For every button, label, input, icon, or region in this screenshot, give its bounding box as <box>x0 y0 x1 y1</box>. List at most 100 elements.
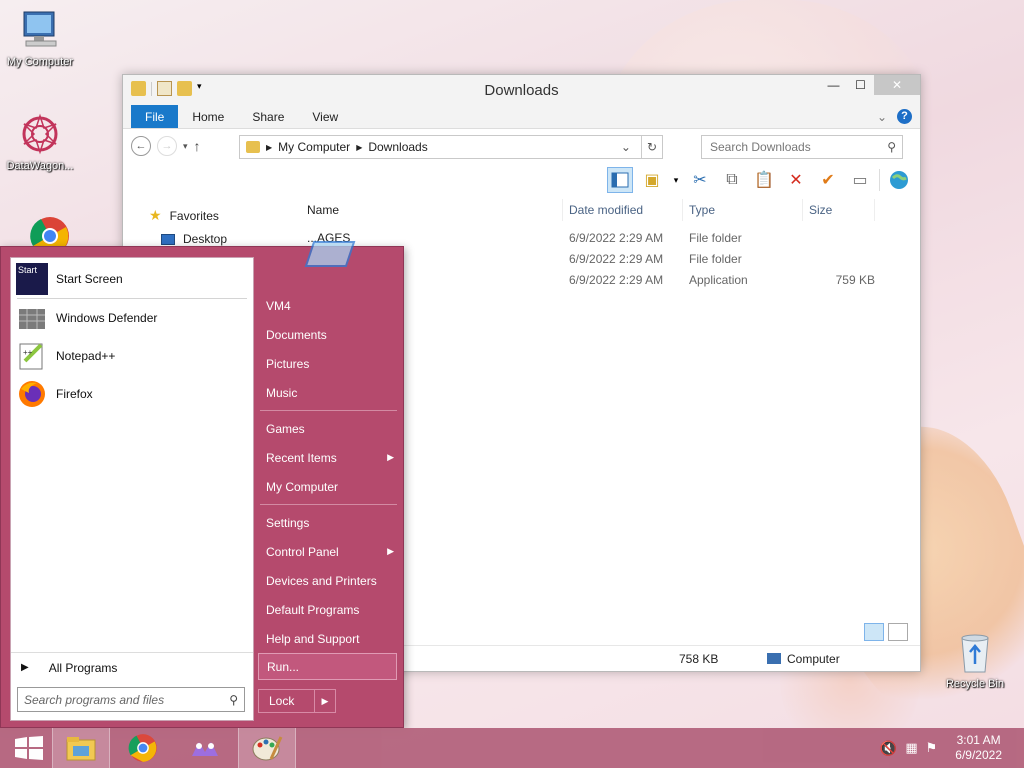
file-size: 759 KB <box>835 272 875 287</box>
triangle-right-icon: ▶ <box>387 546 394 556</box>
tab-file[interactable]: File <box>131 105 179 128</box>
desktop-icon-my-computer[interactable]: My Computer <box>0 8 80 68</box>
tab-home[interactable]: Home <box>178 105 238 128</box>
network-icon[interactable]: ▦ <box>905 740 917 756</box>
cut-icon[interactable]: ✂ <box>687 167 713 193</box>
start-search-placeholder: Search programs and files <box>24 692 165 707</box>
help-icon[interactable]: ? <box>897 109 912 124</box>
column-size[interactable]: Size <box>803 199 875 221</box>
delete-icon[interactable]: ✕ <box>783 167 809 193</box>
lock-button-label[interactable]: Lock <box>259 690 315 712</box>
status-size: 758 KB <box>679 651 719 666</box>
place-recent-items[interactable]: Recent Items ▶ <box>258 443 402 472</box>
desktop-icon-recycle-bin[interactable]: Recycle Bin <box>935 630 1015 690</box>
run-button[interactable]: Run... <box>258 653 397 680</box>
place-control-panel[interactable]: Control Panel ▶ <box>258 537 402 566</box>
place-music[interactable]: Music <box>258 378 402 407</box>
all-programs-button[interactable]: ▶ All Programs <box>11 652 253 682</box>
place-devices-and-printers[interactable]: Devices and Printers <box>258 566 402 595</box>
column-name[interactable]: Name <box>301 199 563 221</box>
forward-button[interactable]: → <box>157 136 177 156</box>
program-start-screen[interactable]: Start Start Screen <box>11 260 253 298</box>
notepad-plus-plus-icon: ++ <box>16 340 48 372</box>
place-label: Devices and Printers <box>266 573 377 588</box>
chevron-down-icon[interactable]: ⌄ <box>621 140 631 154</box>
place-help-and-support[interactable]: Help and Support <box>258 624 402 653</box>
desktop-icon-datawagon[interactable]: DataWagon... <box>0 112 80 172</box>
place-label: Default Programs <box>266 602 360 617</box>
breadcrumb-downloads[interactable]: Downloads <box>368 140 427 154</box>
breadcrumb-my-computer[interactable]: My Computer <box>278 140 350 154</box>
paste-icon[interactable]: 📋 <box>751 167 777 193</box>
file-date: 6/9/2022 2:29 AM <box>569 272 664 287</box>
separator <box>260 410 397 411</box>
copy-icon[interactable]: ⧉ <box>719 167 745 193</box>
triangle-right-icon: ▶ <box>21 662 29 673</box>
search-input[interactable]: Search Downloads ⚲ <box>701 135 903 159</box>
paint-palette-icon <box>252 736 283 761</box>
taskbar-paint[interactable] <box>238 728 296 768</box>
column-date[interactable]: Date modified <box>563 199 683 221</box>
place-pictures[interactable]: Pictures <box>258 349 402 378</box>
program-notepad-plus-plus[interactable]: ++ Notepad++ <box>11 337 253 375</box>
clock-time: 3:01 AM <box>956 733 1001 747</box>
place-games[interactable]: Games <box>258 414 402 443</box>
chevron-down-icon[interactable]: ▾ <box>183 141 188 152</box>
column-type[interactable]: Type <box>683 199 803 221</box>
command-toolbar: ▣ ▾ ✂ ⧉ 📋 ✕ ✔ ▭ <box>607 167 912 193</box>
firefox-icon <box>16 378 48 410</box>
clock[interactable]: 3:01 AM 6/9/2022 <box>955 733 1002 763</box>
chrome-icon <box>128 734 157 762</box>
status-location: Computer <box>767 652 840 666</box>
start-search-input[interactable]: Search programs and files ⚲ <box>17 687 245 712</box>
folder-options-icon[interactable]: ▣ <box>639 167 665 193</box>
close-button[interactable]: ✕ <box>874 75 920 95</box>
taskbar-app[interactable] <box>176 728 234 768</box>
file-row[interactable]: ...AGES 6/9/2022 2:29 AM File folder <box>301 227 910 248</box>
window-title: Downloads <box>484 82 559 99</box>
place-settings[interactable]: Settings <box>258 508 402 537</box>
program-firefox[interactable]: Firefox <box>11 375 253 413</box>
program-windows-defender[interactable]: Windows Defender <box>11 299 253 337</box>
back-button[interactable]: ← <box>131 136 151 156</box>
place-documents[interactable]: Documents <box>258 320 402 349</box>
nav-item-favorites[interactable]: ★ Favorites <box>123 203 293 228</box>
place-default-programs[interactable]: Default Programs <box>258 595 402 624</box>
lock-options-arrow-icon[interactable]: ▶ <box>315 690 335 712</box>
preview-pane-icon[interactable] <box>607 167 633 193</box>
chevron-down-icon[interactable]: ▾ <box>671 167 681 193</box>
details-view-icon[interactable] <box>864 623 884 641</box>
tab-share[interactable]: Share <box>238 105 298 128</box>
breadcrumb-separator: ▶ <box>266 142 273 152</box>
volume-muted-icon[interactable]: 🔇 <box>880 740 897 757</box>
title-bar[interactable]: ▾ Downloads — ☐ ✕ <box>123 75 920 105</box>
action-center-icon[interactable]: ⚑ <box>926 740 938 756</box>
place-label: My Computer <box>266 479 339 494</box>
up-button[interactable]: ↑ <box>194 138 201 154</box>
start-menu-places: VM4 Documents Pictures Music Games Recen… <box>258 291 402 680</box>
place-my-computer[interactable]: My Computer <box>258 472 402 501</box>
desktop-icon-label: Recycle Bin <box>945 678 1005 690</box>
chevron-down-icon[interactable]: ⌄ <box>877 110 887 124</box>
taskbar-chrome[interactable] <box>114 728 172 768</box>
start-button[interactable] <box>0 728 58 768</box>
tab-view[interactable]: View <box>298 105 352 128</box>
minimize-button[interactable]: — <box>820 75 847 95</box>
rename-icon[interactable]: ▭ <box>847 167 873 193</box>
taskbar-file-explorer[interactable] <box>52 728 110 768</box>
checkmark-icon[interactable]: ✔ <box>815 167 841 193</box>
start-screen-icon: Start <box>16 263 48 295</box>
ribbon-tabs: File Home Share View ⌄ ? <box>123 105 920 129</box>
address-bar[interactable]: ▶ My Computer ▶ Downloads ⌄ ↻ <box>239 135 663 159</box>
windows-logo-icon <box>15 736 43 760</box>
file-type: File folder <box>689 230 742 245</box>
datawagon-icon <box>18 112 62 156</box>
place-vm4[interactable]: VM4 <box>258 291 402 320</box>
window-controls: — ☐ ✕ <box>820 75 920 95</box>
column-headers: Name Date modified Type Size <box>301 199 910 221</box>
program-label: Firefox <box>56 387 93 401</box>
globe-icon[interactable] <box>886 167 912 193</box>
refresh-icon[interactable]: ↻ <box>640 136 662 158</box>
maximize-button[interactable]: ☐ <box>847 75 874 95</box>
large-icons-view-icon[interactable] <box>888 623 908 641</box>
